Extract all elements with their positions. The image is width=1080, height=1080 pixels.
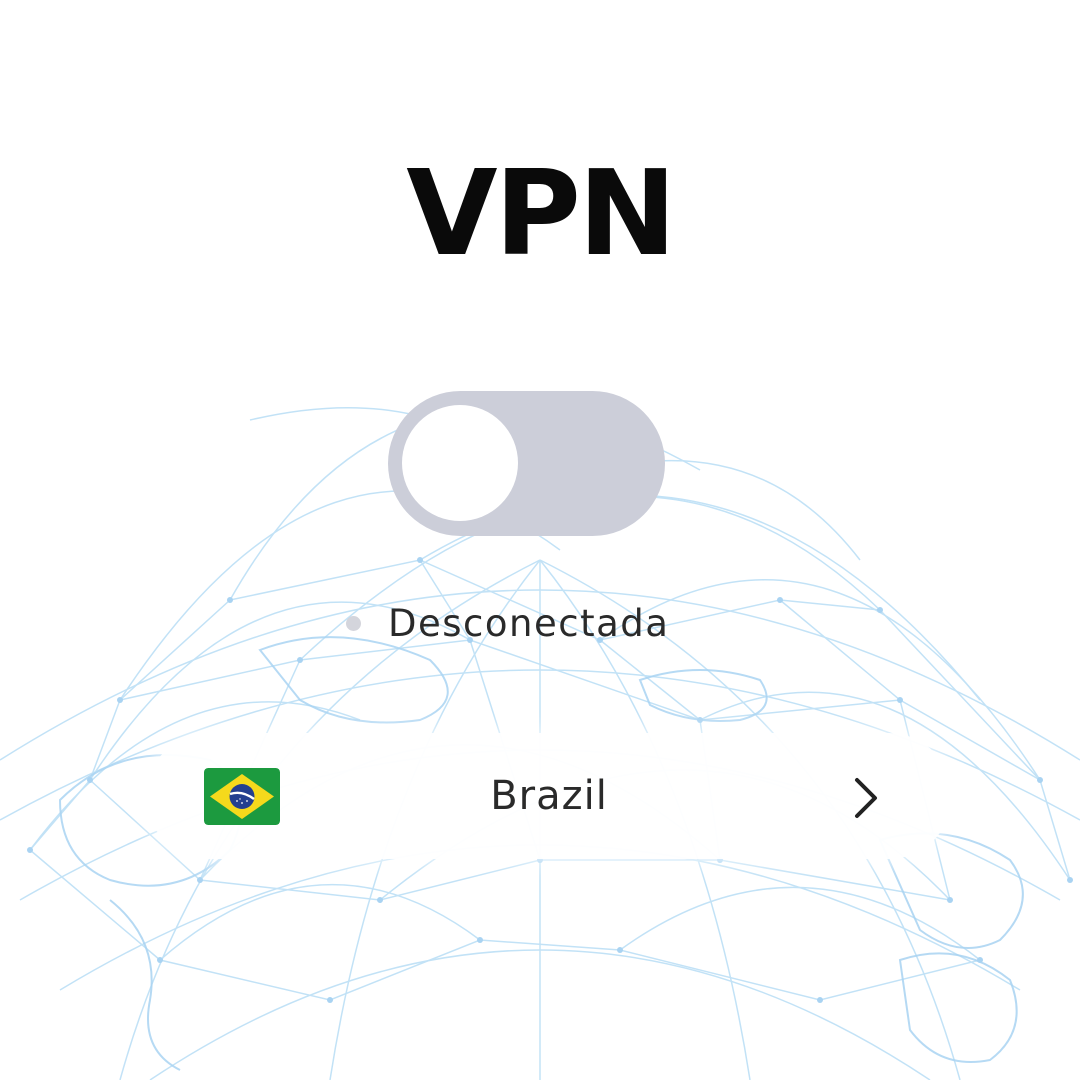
vpn-screen: VPN Desconectada Brazil: [0, 0, 1080, 1080]
vpn-toggle-switch[interactable]: [388, 391, 665, 536]
status-dot-icon: [346, 615, 361, 631]
page-title: VPN: [406, 144, 677, 282]
country-name: Brazil: [490, 773, 608, 819]
status-label: Desconectada: [388, 601, 670, 645]
server-location-selector[interactable]: Brazil: [146, 733, 952, 859]
chevron-right-icon: [855, 778, 877, 818]
connection-status: Desconectada: [346, 600, 669, 646]
toggle-knob: [402, 405, 518, 521]
